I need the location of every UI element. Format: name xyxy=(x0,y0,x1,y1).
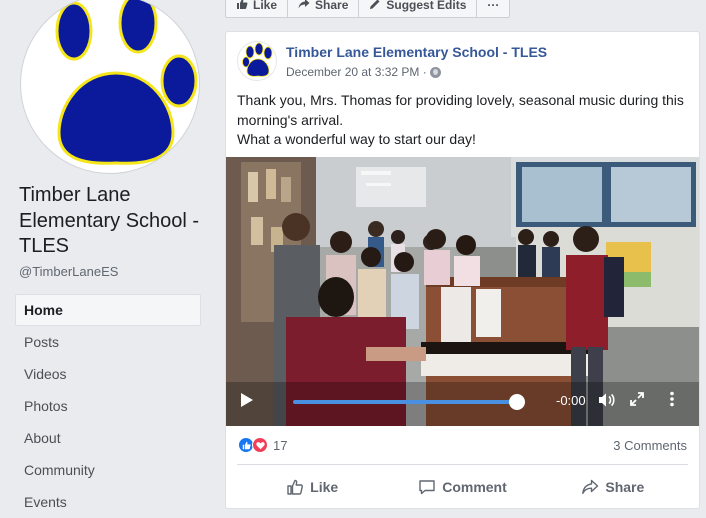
nav-item-about[interactable]: About xyxy=(15,422,201,454)
video-controls: -0:00 xyxy=(226,383,699,426)
page-nav: Home Posts Videos Photos About Community… xyxy=(15,294,201,518)
post-like-button[interactable]: Like xyxy=(237,472,387,502)
suggest-edits-label: Suggest Edits xyxy=(386,0,467,12)
paw-avatar-icon xyxy=(242,42,273,77)
video-time-remaining: -0:00 xyxy=(556,393,586,408)
divider xyxy=(237,464,688,465)
suggest-edits-button[interactable]: Suggest Edits xyxy=(359,0,478,18)
post-text-line: What a wonderful way to start our day! xyxy=(237,131,476,147)
post-card: Timber Lane Elementary School - TLES Dec… xyxy=(225,31,700,509)
love-reaction-icon xyxy=(252,437,268,453)
nav-item-posts[interactable]: Posts xyxy=(15,326,201,358)
post-text: Thank you, Mrs. Thomas for providing lov… xyxy=(237,91,693,150)
post-like-label: Like xyxy=(310,479,339,495)
post-actions: Like Comment Share xyxy=(237,472,688,502)
post-meta: December 20 at 3:32 PM · xyxy=(286,65,441,79)
page-name[interactable]: Timber Lane Elementary School - TLES xyxy=(19,183,209,260)
page-share-button[interactable]: Share xyxy=(288,0,360,18)
more-horizontal-icon: ··· xyxy=(487,0,500,12)
post-author-avatar[interactable] xyxy=(237,41,277,81)
play-icon[interactable] xyxy=(241,393,253,407)
thumbs-up-icon xyxy=(287,479,304,495)
post-comment-button[interactable]: Comment xyxy=(387,472,537,502)
nav-item-home[interactable]: Home xyxy=(15,294,201,326)
post-text-line: Thank you, Mrs. Thomas for providing lov… xyxy=(237,92,684,128)
comments-count[interactable]: 3 Comments xyxy=(613,438,687,453)
nav-item-community[interactable]: Community xyxy=(15,454,201,486)
share-icon xyxy=(582,479,599,494)
thumbs-up-icon xyxy=(236,0,248,13)
left-column: Timber Lane Elementary School - TLES @Ti… xyxy=(0,0,212,518)
pencil-icon xyxy=(369,0,381,13)
page-like-button[interactable]: Like xyxy=(225,0,289,18)
post-comment-label: Comment xyxy=(442,479,507,495)
nav-item-videos[interactable]: Videos xyxy=(15,358,201,390)
post-timestamp[interactable]: December 20 at 3:32 PM · xyxy=(286,65,427,79)
reaction-count: 17 xyxy=(273,437,288,453)
post-author-name[interactable]: Timber Lane Elementary School - TLES xyxy=(286,44,547,60)
reactions-summary[interactable]: 17 xyxy=(238,437,287,453)
video-progress-bar[interactable] xyxy=(293,400,517,404)
share-icon xyxy=(298,0,310,13)
page-handle[interactable]: @TimberLaneES xyxy=(19,264,118,279)
paw-logo-icon xyxy=(55,0,198,165)
page-profile-picture[interactable] xyxy=(20,0,200,174)
page-action-bar: Like Share Suggest Edits ··· xyxy=(225,0,511,18)
page-like-label: Like xyxy=(253,0,278,12)
globe-icon xyxy=(429,66,441,78)
post-share-label: Share xyxy=(605,479,645,495)
post-video[interactable]: -0:00 xyxy=(226,157,699,426)
video-progress-knob[interactable] xyxy=(509,394,525,410)
more-actions-button[interactable]: ··· xyxy=(477,0,511,18)
nav-item-photos[interactable]: Photos xyxy=(15,390,201,422)
page-share-label: Share xyxy=(315,0,349,12)
comment-icon xyxy=(419,480,435,495)
nav-item-events[interactable]: Events xyxy=(15,486,201,518)
post-share-button[interactable]: Share xyxy=(538,472,688,502)
